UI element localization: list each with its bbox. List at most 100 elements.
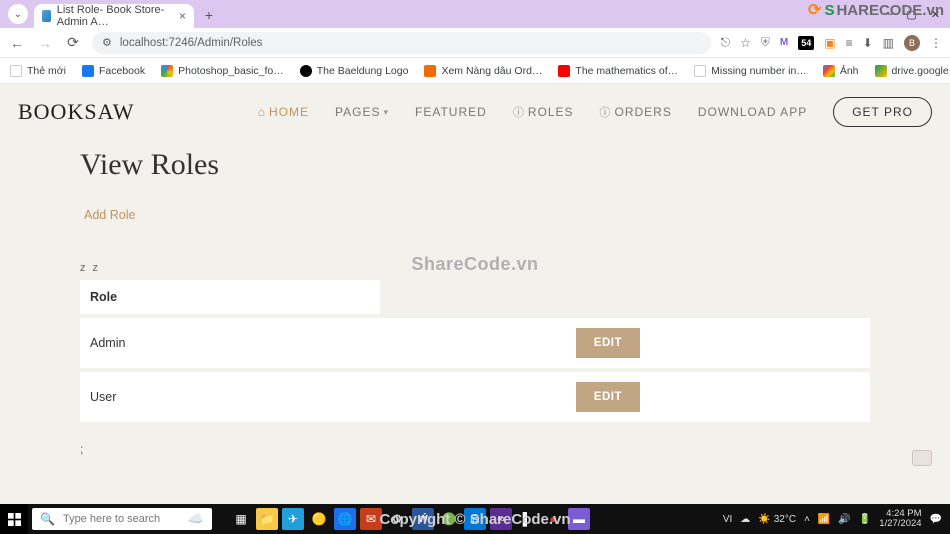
info-icon: ⓘ <box>600 104 612 120</box>
search-icon: 🔍 <box>40 512 55 526</box>
bookmark-item[interactable]: Xem Nàng dâu Ord… <box>424 65 542 77</box>
close-window-icon[interactable]: ✕ <box>931 8 940 21</box>
site-logo[interactable]: BOOKSAW <box>18 99 134 125</box>
edge-icon[interactable]: 🌐 <box>334 508 356 530</box>
tray-chevron-icon[interactable]: ˄ <box>804 514 810 525</box>
reload-button[interactable]: ⟳ <box>64 34 82 51</box>
chevron-down-icon: ▾ <box>384 107 390 118</box>
windows-taskbar: 🔍 Type here to search ☁️ ▦ 📁 ✈ 🟡 🌐 ✉ ⚙ W… <box>0 504 950 534</box>
reader-icon[interactable]: ≡ <box>846 36 853 50</box>
minimize-icon[interactable]: — <box>881 8 892 20</box>
translate-icon[interactable]: ⎋ <box>721 35 731 50</box>
bookmark-item[interactable]: drive.google.com <box>875 65 950 77</box>
battery-icon[interactable]: 🔋 <box>859 514 871 525</box>
page-content: View Roles Add Role z z Role Admin EDIT … <box>0 140 950 456</box>
search-placeholder: Type here to search <box>63 513 160 525</box>
role-name: User <box>90 390 116 404</box>
vscode-icon[interactable]: ⧉ <box>464 508 486 530</box>
url-text: localhost:7246/Admin/Roles <box>120 37 263 49</box>
new-tab-button[interactable]: + <box>198 4 220 26</box>
sidepanel-icon[interactable]: ▥ <box>883 36 894 50</box>
forward-button[interactable]: → <box>36 35 54 51</box>
download-icon[interactable]: ⬇ <box>863 36 873 50</box>
urlbar-actions: ⎋ ☆ ⛨ M 54 ▣ ≡ ⬇ ▥ B ⋮ <box>721 35 942 51</box>
volume-icon[interactable]: 🔊 <box>838 514 850 525</box>
bookmark-item[interactable]: Facebook <box>82 65 145 77</box>
windows-icon <box>8 513 21 526</box>
home-icon: ⌂ <box>258 105 266 119</box>
notifications-icon[interactable]: 💬 <box>930 514 942 525</box>
browser-titlebar: ⌄ List Role- Book Store-Admin A… × + — ▢… <box>0 0 950 28</box>
get-pro-button[interactable]: GET PRO <box>833 97 932 127</box>
tab-close-icon[interactable]: × <box>179 9 186 23</box>
profile-avatar[interactable]: B <box>904 35 920 51</box>
zz-text: z z <box>80 262 870 274</box>
add-role-link[interactable]: Add Role <box>80 208 135 222</box>
info-icon: ⓘ <box>513 104 525 120</box>
app-purple-icon[interactable]: ▬ <box>568 508 590 530</box>
bookmark-item[interactable]: The mathematics of… <box>558 65 678 77</box>
edit-button[interactable]: EDIT <box>576 328 640 358</box>
wifi-icon[interactable]: 📶 <box>818 514 830 525</box>
weather-temp[interactable]: ☀️32°C <box>758 514 796 525</box>
nav-download[interactable]: DOWNLOAD APP <box>698 105 807 119</box>
role-name: Admin <box>90 336 125 350</box>
window-controls: — ▢ ✕ <box>881 0 950 28</box>
bookmark-item[interactable]: Missing number in… <box>694 65 807 77</box>
chrome-icon[interactable]: 🟡 <box>308 508 330 530</box>
kebab-menu-icon[interactable]: ⋮ <box>930 36 942 50</box>
table-header-role: Role <box>80 280 380 314</box>
outlook-icon[interactable]: ✉ <box>360 508 382 530</box>
chrome2-icon[interactable]: 🟢 <box>438 508 460 530</box>
table-row: User EDIT <box>80 372 870 422</box>
nav-orders[interactable]: ⓘORDERS <box>600 104 672 120</box>
bookmark-item[interactable]: Thẻ mới <box>10 65 66 77</box>
system-tray: VI ☁ ☀️32°C ˄ 📶 🔊 🔋 4:24 PM 1/27/2024 💬 <box>723 509 950 529</box>
taskview-icon[interactable]: ▦ <box>230 508 252 530</box>
taskbar-clock[interactable]: 4:24 PM 1/27/2024 <box>879 509 921 529</box>
weather-cloud-icon: ☁️ <box>188 511 204 527</box>
start-button[interactable] <box>0 504 28 534</box>
telegram-icon[interactable]: ✈ <box>282 508 304 530</box>
nav-featured[interactable]: FEATURED <box>415 105 487 119</box>
explorer-icon[interactable]: 📁 <box>256 508 278 530</box>
bookmark-item[interactable]: The Baeldung Logo <box>300 65 409 77</box>
nav-links: ⌂HOME PAGES ▾ FEATURED ⓘROLES ⓘORDERS DO… <box>258 97 932 127</box>
browser-tab[interactable]: List Role- Book Store-Admin A… × <box>34 4 194 28</box>
nav-roles[interactable]: ⓘROLES <box>513 104 574 120</box>
bookmarks-bar: Thẻ mới Facebook Photoshop_basic_fo… The… <box>0 58 950 84</box>
back-button[interactable]: ← <box>8 35 26 51</box>
browser-urlbar: ← → ⟳ ⚙ localhost:7246/Admin/Roles ⎋ ☆ ⛨… <box>0 28 950 58</box>
record-icon[interactable]: ● <box>542 508 564 530</box>
ime-lang[interactable]: VI <box>723 514 732 525</box>
tab-favicon <box>42 10 51 22</box>
taskbar-search[interactable]: 🔍 Type here to search ☁️ <box>32 508 212 530</box>
shield-icon[interactable]: ⛨ <box>761 35 770 50</box>
bookmark-item[interactable]: Ảnh <box>823 65 859 77</box>
settings-small-icon[interactable]: ⚙ <box>386 508 408 530</box>
chat-widget-icon[interactable] <box>912 450 932 466</box>
tab-search-button[interactable]: ⌄ <box>8 4 28 24</box>
table-row: Admin EDIT <box>80 318 870 368</box>
visualstudio-icon[interactable]: ∞ <box>490 508 512 530</box>
ext-m-icon[interactable]: M <box>780 37 788 48</box>
site-info-icon[interactable]: ⚙ <box>102 36 112 49</box>
address-bar[interactable]: ⚙ localhost:7246/Admin/Roles <box>92 32 711 54</box>
stray-semicolon: ; <box>80 442 870 456</box>
tab-title: List Role- Book Store-Admin A… <box>57 4 173 28</box>
taskbar-apps: ▦ 📁 ✈ 🟡 🌐 ✉ ⚙ W 🟢 ⧉ ∞ ▌ ● ▬ <box>230 508 590 530</box>
maximize-icon[interactable]: ▢ <box>906 8 916 21</box>
word-icon[interactable]: W <box>412 508 434 530</box>
page-title: View Roles <box>80 148 870 182</box>
terminal-icon[interactable]: ▌ <box>516 508 538 530</box>
cloud-tray-icon[interactable]: ☁ <box>740 514 750 525</box>
ext-badge-54[interactable]: 54 <box>798 36 814 50</box>
bookmark-item[interactable]: Photoshop_basic_fo… <box>161 65 284 77</box>
page-viewport: BOOKSAW ⌂HOME PAGES ▾ FEATURED ⓘROLES ⓘO… <box>0 84 950 504</box>
roles-table: Role Admin EDIT User EDIT <box>80 280 870 422</box>
nav-home[interactable]: ⌂HOME <box>258 105 309 119</box>
bookmark-star-icon[interactable]: ☆ <box>740 36 751 50</box>
clip-ext-icon[interactable]: ▣ <box>824 36 835 50</box>
edit-button[interactable]: EDIT <box>576 382 640 412</box>
nav-pages[interactable]: PAGES ▾ <box>335 105 389 119</box>
